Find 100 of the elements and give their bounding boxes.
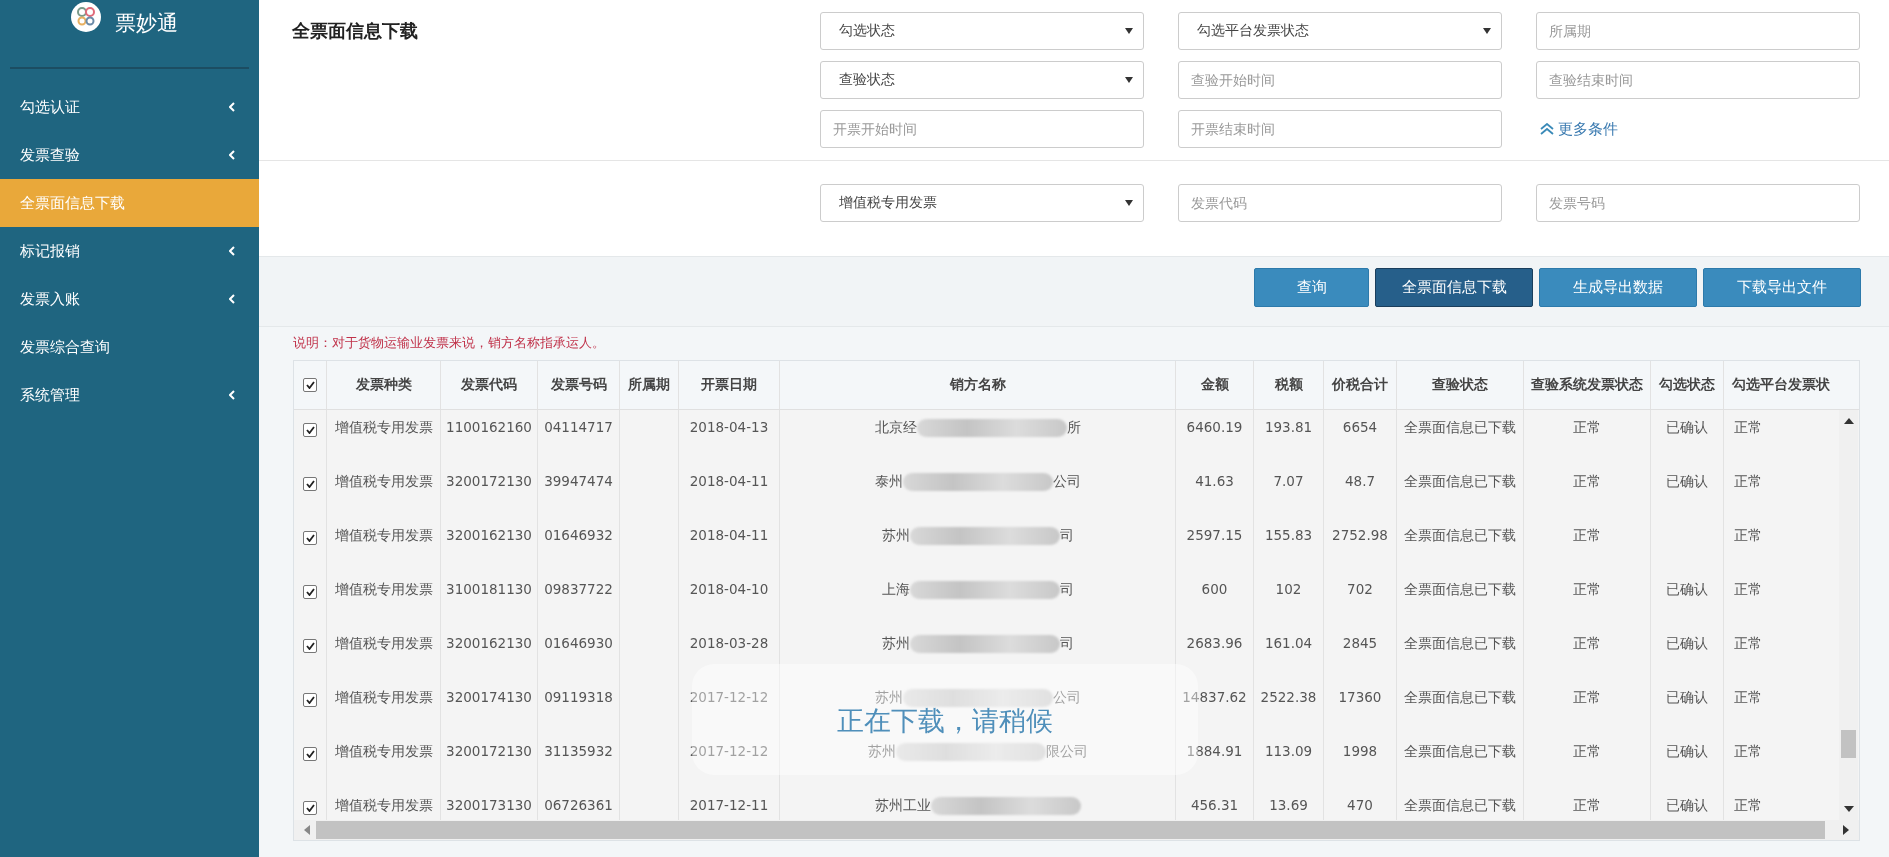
checkmark-icon [305, 381, 315, 389]
checkbox[interactable] [303, 693, 317, 707]
table-cell: 2018-04-13 [689, 419, 769, 435]
table-cell: 增值税专用发票 [334, 527, 433, 545]
table-cell: 13.69 [1269, 797, 1308, 813]
more-conditions-link[interactable]: 更多条件 [1536, 110, 1860, 148]
column-header: 勾选平台发票状 [1732, 376, 1830, 394]
sidebar-item[interactable]: 发票查验 [0, 131, 259, 179]
action-button[interactable]: 生成导出数据 [1539, 268, 1697, 307]
table-cell: 全票面信息已下载 [1404, 635, 1516, 653]
input-field[interactable]: 发票号码 [1536, 184, 1860, 222]
input-field[interactable]: 发票代码 [1178, 184, 1502, 222]
table-cell: 全票面信息已下载 [1404, 419, 1516, 437]
table-cell: 苏州 [867, 743, 896, 761]
table-cell: 470 [1347, 797, 1373, 813]
table-cell: 正常 [1573, 473, 1601, 491]
table-cell: 2018-04-11 [689, 473, 769, 489]
dropdown[interactable]: 勾选状态 [820, 12, 1144, 50]
table-cell: 456.31 [1190, 797, 1239, 813]
table-cell: 04114717 [544, 419, 613, 435]
table-cell: 31135932 [544, 743, 613, 759]
table-cell: 正常 [1573, 797, 1601, 815]
table-cell: 41.63 [1195, 473, 1234, 489]
scroll-down-icon [1843, 806, 1854, 812]
column-header: 金额 [1200, 376, 1229, 394]
column-header: 发票种类 [355, 376, 412, 394]
checkbox[interactable] [303, 477, 317, 491]
input-field[interactable]: 开票结束时间 [1178, 110, 1502, 148]
table-cell: 全票面信息已下载 [1404, 743, 1516, 761]
table-cell: 2845 [1342, 635, 1378, 651]
vertical-scrollbar[interactable] [1839, 410, 1858, 820]
table-cell: 苏州 [874, 689, 903, 707]
scroll-left-icon [304, 825, 310, 835]
table-cell: 17360 [1338, 689, 1382, 705]
checkbox[interactable] [303, 801, 317, 815]
sidebar-item[interactable]: 发票综合查询 [0, 323, 259, 371]
sidebar-item[interactable]: 标记报销 [0, 227, 259, 275]
table-cell: 2597.15 [1186, 527, 1243, 543]
input-field[interactable]: 所属期 [1536, 12, 1860, 50]
table-cell: 2017-12-11 [689, 797, 769, 813]
sidebar-item[interactable]: 发票入账 [0, 275, 259, 323]
chevron-left-icon [229, 390, 235, 400]
table-cell: 702 [1347, 581, 1373, 597]
column-header: 价税合计 [1332, 376, 1388, 394]
checkbox[interactable] [303, 639, 317, 653]
table-cell: 09837722 [544, 581, 613, 597]
table-cell: 7.07 [1273, 473, 1304, 489]
table-cell: 苏州 [881, 635, 910, 653]
table-cell: 48.7 [1344, 473, 1376, 489]
dropdown[interactable]: 增值税专用发票 [820, 184, 1144, 222]
table-cell: 增值税专用发票 [334, 419, 433, 437]
scroll-thumb[interactable] [1841, 730, 1856, 758]
checkbox[interactable] [303, 531, 317, 545]
table-cell: 39947474 [544, 473, 613, 489]
table-cell: 已确认 [1666, 635, 1708, 653]
table-cell: 3200162130 [446, 527, 532, 543]
action-button[interactable]: 全票面信息下载 [1375, 268, 1533, 307]
chevron-left-icon [229, 294, 235, 304]
checkmark-icon [305, 480, 315, 488]
table-cell: 正常 [1573, 581, 1601, 599]
sidebar-item[interactable]: 勾选认证 [0, 83, 259, 131]
table-cell: 正常 [1573, 743, 1601, 761]
table-cell: 161.04 [1264, 635, 1313, 651]
page-title: 全票面信息下载 [292, 19, 418, 43]
table-cell: 正常 [1734, 473, 1762, 491]
checkbox[interactable] [303, 585, 317, 599]
table-cell: 3200162130 [446, 635, 532, 651]
table-cell: 泰州 [874, 473, 903, 491]
table-cell: 06726361 [544, 797, 613, 813]
checkbox[interactable] [303, 378, 317, 392]
checkmark-icon [305, 750, 315, 758]
table-cell: 已确认 [1666, 689, 1708, 707]
table-cell: 正常 [1734, 581, 1762, 599]
table-cell: 6654 [1342, 419, 1378, 435]
table-cell: 司 [1059, 635, 1074, 653]
action-button[interactable]: 查询 [1254, 268, 1369, 307]
checkmark-icon [305, 588, 315, 596]
checkbox[interactable] [303, 747, 317, 761]
input-field[interactable]: 查验结束时间 [1536, 61, 1860, 99]
table-cell: 01646930 [544, 635, 613, 651]
table-cell: 增值税专用发票 [334, 581, 433, 599]
column-header: 所属期 [628, 376, 670, 394]
dropdown[interactable]: 勾选平台发票状态 [1178, 12, 1502, 50]
dropdown-caret-icon [1125, 200, 1133, 206]
table-cell: 限公司 [1045, 743, 1088, 761]
checkbox[interactable] [303, 423, 317, 437]
input-field[interactable]: 查验开始时间 [1178, 61, 1502, 99]
action-button[interactable]: 下载导出文件 [1703, 268, 1861, 307]
input-field[interactable]: 开票开始时间 [820, 110, 1144, 148]
column-header: 发票号码 [550, 376, 607, 394]
table-cell: 3200173130 [446, 797, 532, 813]
table-cell: 上海 [881, 581, 910, 599]
sidebar-item[interactable]: 系统管理 [0, 371, 259, 419]
checkmark-icon [305, 804, 315, 812]
dropdown[interactable]: 查验状态 [820, 61, 1144, 99]
table-cell: 全票面信息已下载 [1404, 473, 1516, 491]
table-cell: 司 [1059, 527, 1074, 545]
table-cell: 已确认 [1666, 581, 1708, 599]
table-cell: 14837.62 [1182, 689, 1247, 705]
checkmark-icon [305, 696, 315, 704]
